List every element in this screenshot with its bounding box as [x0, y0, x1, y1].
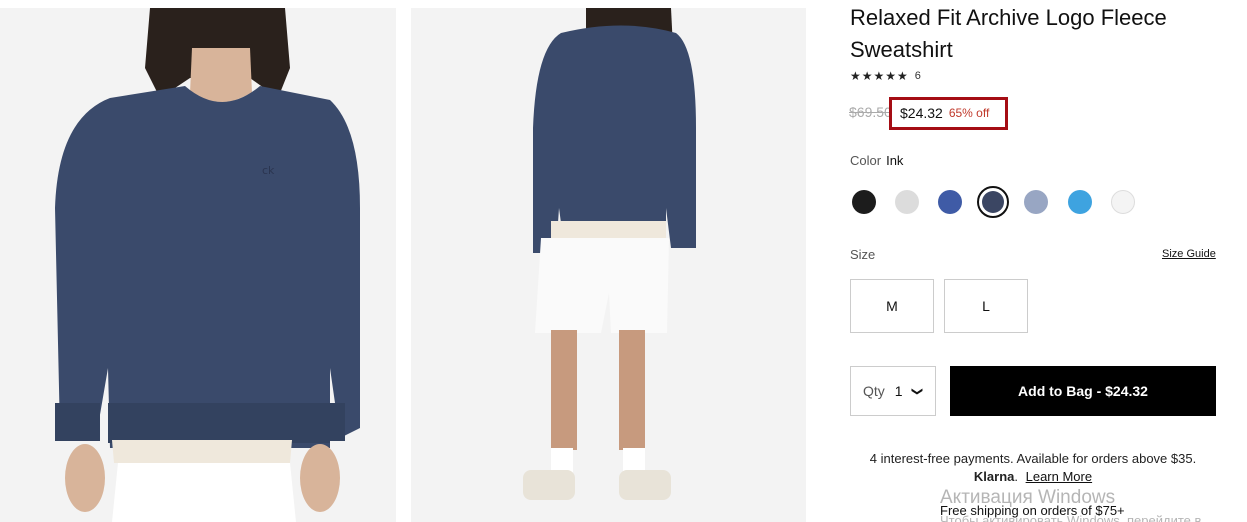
selected-swatch-fill [982, 191, 1004, 213]
size-label: Size [850, 247, 876, 262]
quantity-select[interactable]: Qty 1 ❯ [850, 366, 936, 416]
svg-text:ck: ck [262, 164, 275, 177]
product-rating[interactable]: ★★★★★ 6 [850, 69, 921, 83]
color-label-text: Color [850, 153, 882, 168]
star-rating-icon: ★★★★★ [850, 69, 909, 83]
add-to-bag-button[interactable]: Add to Bag - $24.32 [950, 366, 1216, 416]
color-label: Color Ink [850, 153, 903, 168]
color-swatch-black[interactable] [852, 190, 876, 214]
klarna-logo: Klarna [973, 469, 1015, 484]
discount-badge: 65% off [948, 106, 990, 120]
installment-info: 4 interest-free payments. Available for … [869, 451, 1197, 466]
qty-label: Qty [863, 383, 885, 399]
product-title: Relaxed Fit Archive Logo Fleece Sweatshi… [850, 5, 1167, 62]
chevron-down-icon: ❯ [910, 386, 923, 396]
original-price: $69.50 [849, 104, 892, 120]
product-image-front[interactable]: ck [0, 8, 396, 522]
color-swatch-slate-blue[interactable] [1024, 190, 1048, 214]
size-guide-link[interactable]: Size Guide [1162, 248, 1216, 260]
color-swatch-white[interactable] [1111, 190, 1135, 214]
sale-price-highlight: $24.32 65% off [889, 97, 1008, 130]
qty-value: 1 [894, 383, 903, 399]
size-option-l[interactable]: L [944, 279, 1028, 333]
windows-activation-hint: Чтобы активировать Windows, перейдите в [940, 513, 1202, 522]
product-image-back[interactable] [411, 8, 806, 522]
size-option-m[interactable]: M [850, 279, 934, 333]
color-swatch-royal-blue[interactable] [938, 190, 962, 214]
review-count[interactable]: 6 [915, 70, 921, 82]
color-swatch-light-grey[interactable] [895, 190, 919, 214]
learn-more-link[interactable]: Learn More [1026, 469, 1092, 484]
selected-color-name: Ink [886, 153, 904, 168]
klarna-line: Klarna. Learn More [973, 469, 1093, 484]
color-swatch-ink[interactable] [977, 186, 1009, 218]
color-swatch-sky-blue[interactable] [1068, 190, 1092, 214]
sale-price: $24.32 [900, 105, 943, 121]
